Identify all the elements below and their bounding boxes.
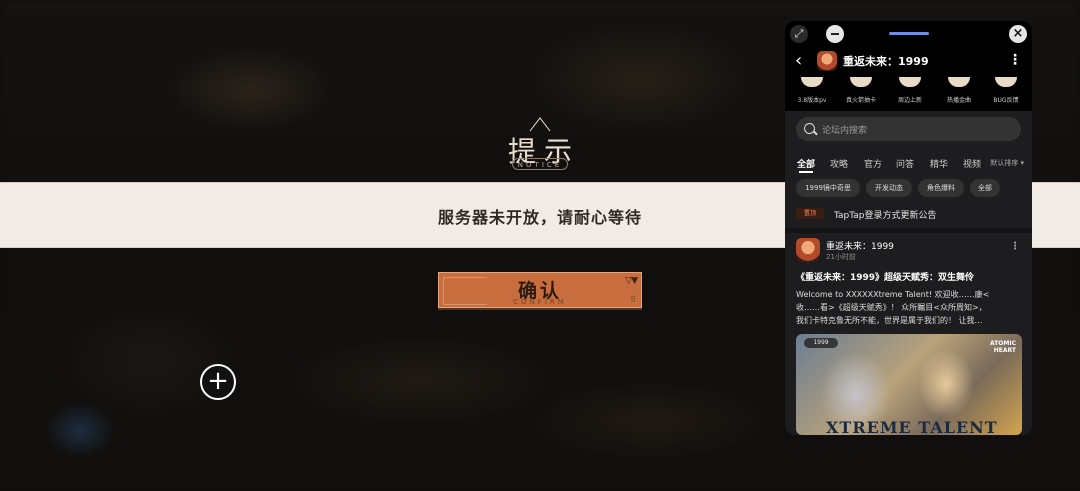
forum-post[interactable]: 重返未来：1999 21小时前 ⋮ 《重返未来：1999》超级天赋秀：双生舞伶 … [785,233,1032,435]
quick-link-bug[interactable]: BUG反馈 [983,77,1029,104]
notice-subtitle: NOTICE [512,158,568,170]
drag-handle[interactable] [889,32,929,35]
pin-badge: 置顶 [796,208,824,219]
chip-all[interactable]: 全部 [970,179,1000,197]
chip-characters[interactable]: 角色爆料 [918,179,964,197]
quick-link-label: 真火箭抽卡 [845,97,876,104]
quick-links-row: 3.8版本pv 真火箭抽卡 周边上新 热播金曲 BUG反馈 [785,77,1032,111]
forum-tabs: 全部 攻略 官方 问答 精华 视频 默认排序 ▾ [785,155,1032,175]
quick-link-merch[interactable]: 周边上新 [887,77,933,104]
tab-official[interactable]: 官方 [864,157,882,170]
avatar [796,238,820,262]
notice-title: 提示 NOTICE [500,112,580,176]
taptap-overlay-panel: ⤢ × ‹ 重返未来：1999 ⋮ 3.8版本pv 真火箭抽卡 周边上新 热播金… [785,21,1032,435]
confirm-button[interactable]: 确认 CONFIRM ▽▼ ⠿ [438,272,642,308]
quick-link-label: 热播金曲 [946,97,971,104]
announcement-text: TapTap登录方式更新公告 [834,211,937,221]
search-placeholder: 论坛内搜索 [822,126,868,136]
image-caption: XTREME TALENT [826,418,998,435]
post-more-icon[interactable]: ⋮ [1010,241,1020,252]
more-menu-icon[interactable]: ⋮ [1008,52,1022,68]
expand-button[interactable]: ⤢ [790,25,808,43]
game-avatar [817,51,837,71]
triangle-icon: ▽▼ [625,276,638,286]
sort-select[interactable]: 默认排序 ▾ [990,158,1024,168]
quick-link-pv[interactable]: 3.8版本pv [789,77,835,104]
minimize-button[interactable] [826,25,844,43]
quick-link-thumb [995,77,1017,87]
quick-link-label: 3.8版本pv [797,97,827,104]
create-post-button[interactable]: + [200,364,236,400]
overlay-topbar: ⤢ × [785,21,1032,47]
pinned-announcement[interactable]: 置顶 TapTap登录方式更新公告 [785,203,1032,225]
tab-all[interactable]: 全部 [797,157,815,173]
post-author: 重返未来：1999 [826,242,894,252]
tab-qa[interactable]: 问答 [896,157,914,170]
quick-link-thumb [899,77,921,87]
forum-search-input[interactable]: 论坛内搜索 [796,117,1021,141]
quick-link-music[interactable]: 热播金曲 [936,77,982,104]
forum-title: 重返未来：1999 [843,55,929,68]
confirm-sublabel: CONFIRM [513,298,567,306]
image-badge: 1999 [804,338,838,348]
dots-icon: ⠿ [630,295,636,304]
quick-link-label: BUG反馈 [993,97,1019,104]
tab-video[interactable]: 视频 [963,157,981,170]
post-body: Welcome to XXXXXXtreme Talent! 欢迎收……康< 收… [796,290,990,325]
tab-featured[interactable]: 精华 [930,157,948,170]
quick-link-thumb [801,77,823,87]
quick-link-thumb [850,77,872,87]
app-header: ‹ 重返未来：1999 ⋮ [785,47,1032,77]
close-button[interactable]: × [1009,25,1027,43]
quick-link-label: 周边上新 [897,97,922,104]
chip-mirror[interactable]: 1999镜中奇思 [796,179,860,197]
tab-guides[interactable]: 攻略 [830,157,848,170]
search-icon [804,123,815,134]
quick-link-gacha[interactable]: 真火箭抽卡 [838,77,884,104]
chip-dev[interactable]: 开发动态 [866,179,912,197]
post-time: 21小时前 [826,253,856,261]
quick-link-thumb [948,77,970,87]
post-image[interactable]: 1999 ATOMIC HEART XTREME TALENT [796,334,1022,435]
image-brand: ATOMIC HEART [990,340,1016,354]
post-title: 《重返未来：1999》超级天赋秀：双生舞伶 [796,273,975,283]
back-arrow-icon[interactable]: ‹ [795,51,802,71]
